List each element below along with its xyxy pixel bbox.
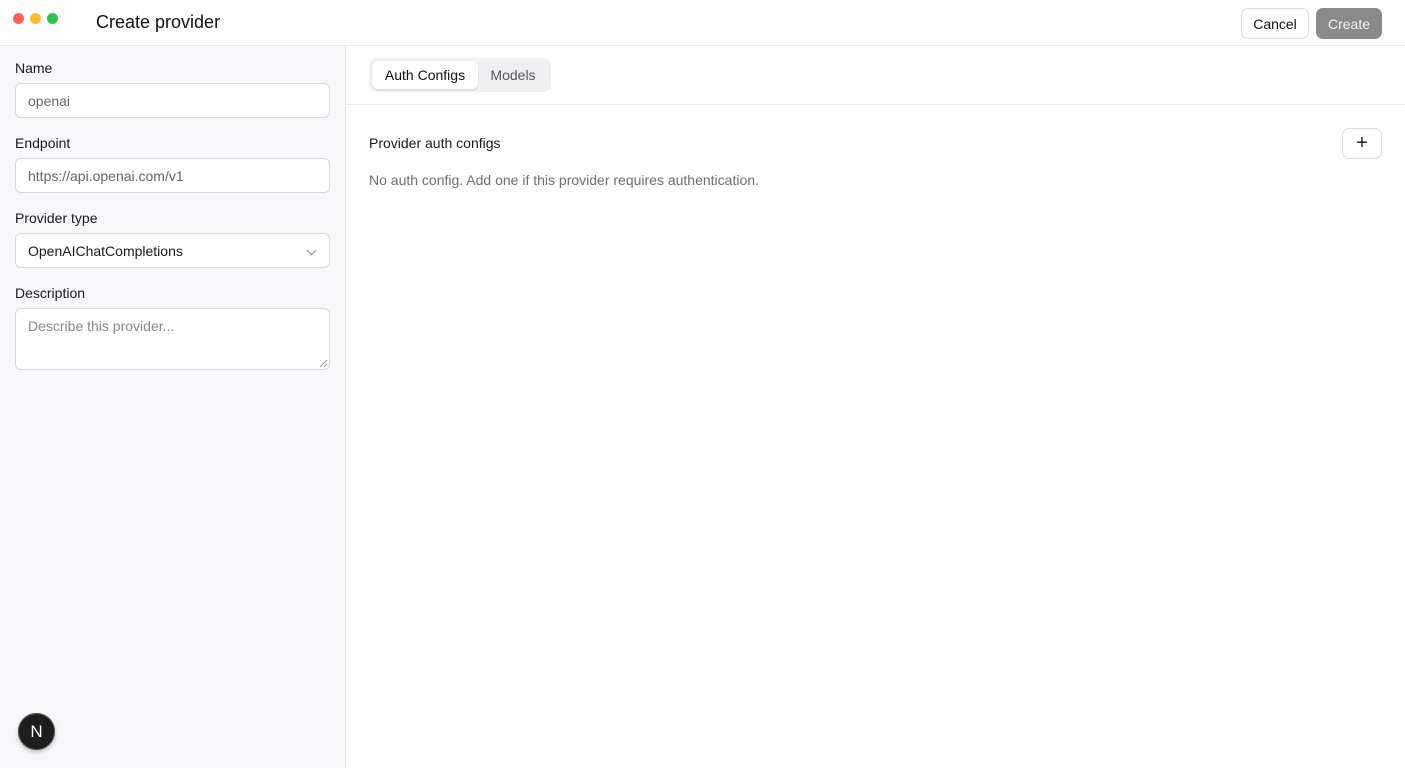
window-title: Create provider xyxy=(96,12,221,32)
title-bar: Create provider Cancel Create xyxy=(0,0,1405,46)
endpoint-label: Endpoint xyxy=(15,135,71,151)
name-input-value: openai xyxy=(28,92,71,109)
endpoint-input-value: https://api.openai.com/v1 xyxy=(28,167,184,184)
section-title: Provider auth configs xyxy=(369,135,501,151)
description-label: Description xyxy=(15,285,86,301)
cancel-button[interactable]: Cancel xyxy=(1241,8,1309,39)
provider-form-sidebar: Name openai Endpoint https://api.openai.… xyxy=(0,46,346,768)
minimize-window-button[interactable] xyxy=(30,13,41,24)
description-textarea[interactable]: Describe this provider... xyxy=(15,308,330,370)
description-placeholder: Describe this provider... xyxy=(28,318,175,334)
chevron-down-icon xyxy=(306,245,317,256)
tab-bar: Auth Configs Models xyxy=(346,46,1405,105)
close-window-button[interactable] xyxy=(13,13,24,24)
name-label: Name xyxy=(15,60,53,76)
tab-auth-configs[interactable]: Auth Configs xyxy=(372,61,478,89)
empty-state-message: No auth config. Add one if this provider… xyxy=(369,172,759,188)
add-auth-config-button[interactable]: + xyxy=(1342,128,1382,159)
avatar-initial: N xyxy=(30,721,43,741)
name-input[interactable]: openai xyxy=(15,83,330,118)
avatar[interactable]: N xyxy=(18,713,55,750)
resize-handle-icon[interactable] xyxy=(320,360,327,367)
endpoint-input[interactable]: https://api.openai.com/v1 xyxy=(15,158,330,193)
tab-models[interactable]: Models xyxy=(480,61,546,89)
provider-type-value: OpenAIChatCompletions xyxy=(28,242,183,259)
provider-type-select[interactable]: OpenAIChatCompletions xyxy=(15,233,330,268)
main-panel: Auth Configs Models Provider auth config… xyxy=(346,46,1405,768)
tab-group: Auth Configs Models xyxy=(369,58,551,92)
plus-icon: + xyxy=(1356,132,1368,154)
provider-type-label: Provider type xyxy=(15,210,98,226)
create-button[interactable]: Create xyxy=(1316,8,1382,39)
zoom-window-button[interactable] xyxy=(47,13,58,24)
